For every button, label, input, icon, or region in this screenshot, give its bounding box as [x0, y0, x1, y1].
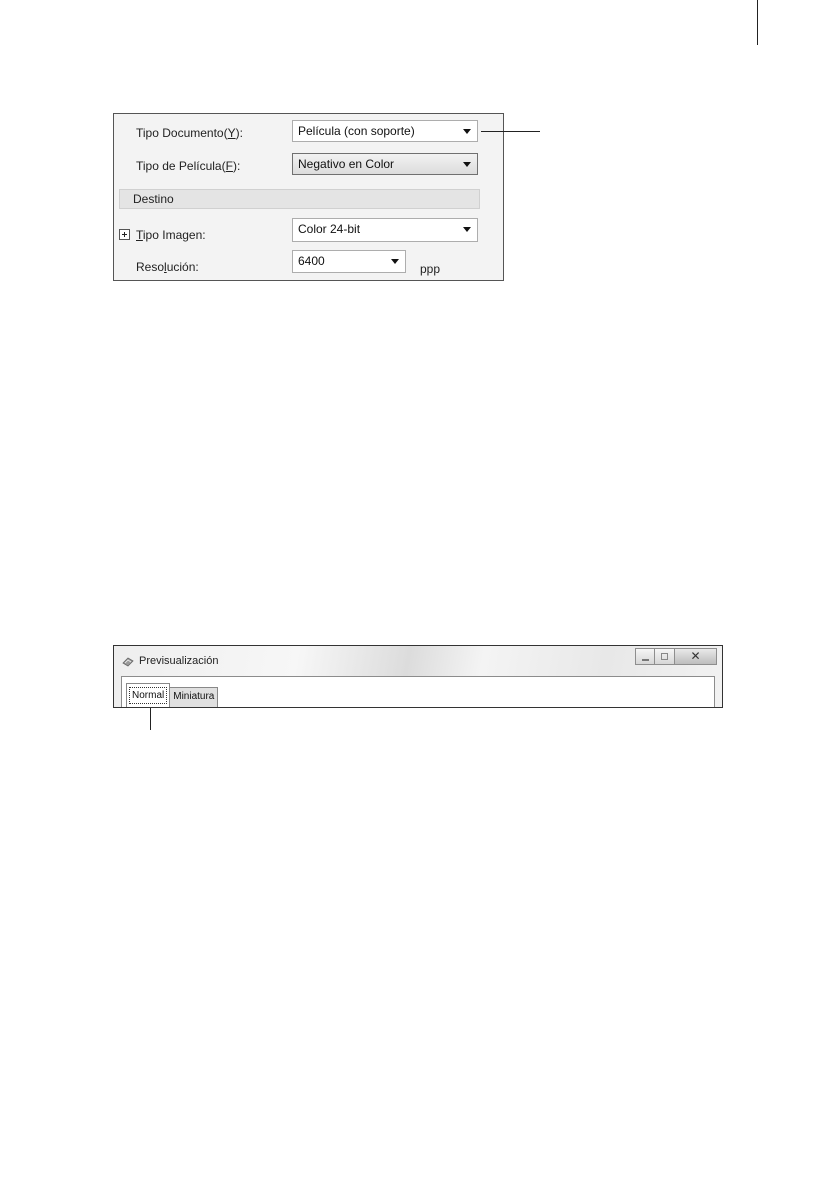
- image-type-value: Color 24-bit: [298, 222, 361, 236]
- page-corner-line: [757, 0, 758, 45]
- chevron-down-icon: [463, 162, 471, 167]
- chevron-down-icon: [463, 227, 471, 232]
- tab-thumbnail[interactable]: Miniatura: [170, 687, 219, 707]
- document-type-label: Tipo Documento(Y):: [136, 126, 243, 140]
- scanner-app-icon: [122, 657, 134, 667]
- callout-line: [481, 131, 540, 132]
- preview-client-area: Normal Miniatura: [121, 676, 715, 707]
- image-type-select[interactable]: Color 24-bit: [292, 218, 478, 242]
- film-type-value: Negativo en Color: [298, 157, 395, 171]
- resolution-unit: ppp: [420, 262, 441, 276]
- chevron-down-icon: [463, 129, 471, 134]
- tab-normal-label: Normal: [129, 687, 168, 704]
- preview-tabs: Normal Miniatura: [126, 683, 219, 707]
- close-button[interactable]: ✕: [675, 648, 717, 665]
- image-type-label: Tipo Imagen:: [136, 228, 206, 242]
- window-title: Previsualización: [139, 655, 219, 667]
- preview-window: Previsualización ✕ Normal Miniatura: [113, 645, 723, 708]
- expand-plus-icon[interactable]: [119, 229, 130, 240]
- chevron-down-icon: [391, 259, 399, 264]
- maximize-button[interactable]: [655, 648, 675, 665]
- destination-section-header: Destino: [119, 189, 480, 209]
- document-type-select[interactable]: Película (con soporte): [292, 120, 478, 142]
- resolution-select[interactable]: 6400: [292, 250, 406, 273]
- minimize-button[interactable]: [635, 648, 655, 665]
- tab-normal[interactable]: Normal: [126, 683, 171, 707]
- tab-thumbnail-label: Miniatura: [173, 691, 215, 702]
- film-type-select[interactable]: Negativo en Color: [292, 153, 478, 175]
- resolution-value: 6400: [298, 254, 325, 268]
- film-type-label: Tipo de Película(F):: [136, 159, 241, 173]
- caption-buttons: ✕: [635, 648, 717, 665]
- callout-line: [150, 708, 151, 730]
- close-icon: ✕: [690, 649, 701, 663]
- scan-settings-panel: Tipo Documento(Y): Película (con soporte…: [113, 113, 504, 281]
- resolution-label: Resolución:: [136, 260, 199, 274]
- document-type-value: Película (con soporte): [298, 124, 415, 138]
